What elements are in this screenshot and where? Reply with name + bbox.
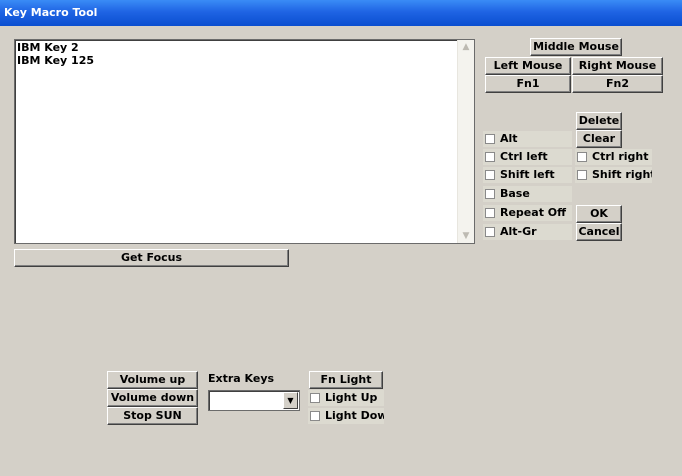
extra-keys-select[interactable]: ▼ xyxy=(208,390,300,411)
light-up-checkbox[interactable]: Light Up xyxy=(308,390,384,406)
alt-gr-label: Alt-Gr xyxy=(500,225,537,238)
extra-keys-label: Extra Keys xyxy=(208,372,275,385)
right-mouse-button[interactable]: Right Mouse xyxy=(572,57,663,75)
fn2-button[interactable]: Fn2 xyxy=(572,75,663,93)
volume-up-button[interactable]: Volume up xyxy=(107,371,198,389)
stop-sun-button[interactable]: Stop SUN xyxy=(107,407,198,425)
checkbox-box[interactable] xyxy=(485,134,495,144)
checkbox-box[interactable] xyxy=(485,227,495,237)
scroll-down-icon[interactable]: ▼ xyxy=(460,230,472,242)
middle-mouse-button[interactable]: Middle Mouse xyxy=(530,38,622,56)
clear-button[interactable]: Clear xyxy=(576,130,622,148)
shift-left-checkbox[interactable]: Shift left xyxy=(483,167,572,183)
list-item[interactable]: IBM Key 2 xyxy=(17,41,94,54)
light-down-label: Light Dow xyxy=(325,409,384,422)
ok-button[interactable]: OK xyxy=(576,205,622,223)
repeat-off-checkbox[interactable]: Repeat Off xyxy=(483,205,572,221)
fn-light-button[interactable]: Fn Light xyxy=(309,371,383,389)
base-checkbox[interactable]: Base xyxy=(483,186,572,202)
scroll-up-icon[interactable]: ▲ xyxy=(460,41,472,53)
cancel-button[interactable]: Cancel xyxy=(576,223,622,241)
volume-down-button[interactable]: Volume down xyxy=(107,389,198,407)
alt-checkbox[interactable]: Alt xyxy=(483,131,572,147)
fn1-button[interactable]: Fn1 xyxy=(485,75,571,93)
light-up-label: Light Up xyxy=(325,391,378,404)
ctrl-left-label: Ctrl left xyxy=(500,150,548,163)
checkbox-box[interactable] xyxy=(577,152,587,162)
alt-gr-checkbox[interactable]: Alt-Gr xyxy=(483,224,572,240)
chevron-down-icon[interactable]: ▼ xyxy=(283,392,298,409)
window-title: Key Macro Tool xyxy=(4,6,98,19)
get-focus-button[interactable]: Get Focus xyxy=(14,249,289,267)
left-mouse-button[interactable]: Left Mouse xyxy=(485,57,571,75)
checkbox-box[interactable] xyxy=(310,393,320,403)
key-list-items: IBM Key 2 IBM Key 125 xyxy=(17,41,94,67)
checkbox-box[interactable] xyxy=(485,170,495,180)
alt-label: Alt xyxy=(500,132,518,145)
checkbox-box[interactable] xyxy=(310,411,320,421)
key-list[interactable]: IBM Key 2 IBM Key 125 ▲ ▼ xyxy=(14,39,475,244)
shift-left-label: Shift left xyxy=(500,168,555,181)
checkbox-box[interactable] xyxy=(485,208,495,218)
title-bar: Key Macro Tool xyxy=(0,0,682,26)
shift-right-checkbox[interactable]: Shift right xyxy=(575,167,652,183)
repeat-off-label: Repeat Off xyxy=(500,206,567,219)
ctrl-left-checkbox[interactable]: Ctrl left xyxy=(483,149,572,165)
shift-right-label: Shift right xyxy=(592,168,652,181)
vertical-scrollbar[interactable]: ▲ ▼ xyxy=(457,40,474,243)
checkbox-box[interactable] xyxy=(485,152,495,162)
list-item[interactable]: IBM Key 125 xyxy=(17,54,94,67)
ctrl-right-label: Ctrl right xyxy=(592,150,649,163)
base-label: Base xyxy=(500,187,530,200)
checkbox-box[interactable] xyxy=(577,170,587,180)
delete-button[interactable]: Delete xyxy=(576,112,622,130)
checkbox-box[interactable] xyxy=(485,189,495,199)
ctrl-right-checkbox[interactable]: Ctrl right xyxy=(575,149,652,165)
light-down-checkbox[interactable]: Light Dow xyxy=(308,408,384,424)
